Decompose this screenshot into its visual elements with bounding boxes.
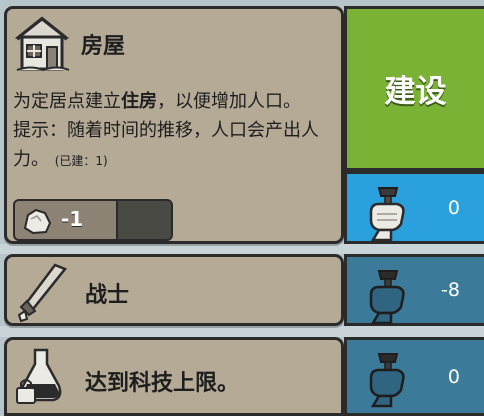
locked-flask-icon (16, 348, 62, 404)
stone-cost-value: -1 (61, 207, 84, 231)
built-count-note: (已建：1) (54, 154, 108, 168)
building-card[interactable]: 房屋 为定居点建立住房，以便增加人口。 提示：随着时间的推移，人口会产出人力。 … (4, 6, 344, 244)
warrior-card[interactable]: 战士 (4, 254, 344, 326)
desc-pre: 为定居点建立 (13, 91, 121, 112)
desc-post: ，以便增加人口。 (157, 91, 301, 112)
desc-bold: 住房 (121, 91, 157, 112)
sword-icon (17, 263, 68, 323)
labor-cost-value: -8 (441, 279, 460, 301)
worker-fist-hammer-icon (369, 353, 405, 408)
labor-cost-value: 0 (447, 365, 460, 388)
building-desc-line: 为定居点建立住房，以便增加人口。 (13, 87, 333, 116)
labor-cost-value: 0 (447, 196, 460, 219)
stone-cost-bar: -1 (13, 199, 173, 241)
tech-limit-label: 达到科技上限。 (85, 371, 240, 396)
building-title-row: 房屋 (13, 13, 125, 75)
stone-icon (23, 208, 52, 235)
worker-fist-hammer-icon (369, 187, 405, 242)
labor-cost-tech: 0 (344, 337, 484, 416)
build-button[interactable]: 建设 (344, 6, 484, 171)
worker-fist-hammer-icon (369, 270, 405, 325)
building-description: 为定居点建立住房，以便增加人口。 提示：随着时间的推移，人口会产出人力。 (已建… (13, 87, 333, 176)
build-button-label: 建设 (384, 74, 447, 110)
building-title: 房屋 (81, 34, 126, 59)
building-hint-line: 提示：随着时间的推移，人口会产出人力。 (已建：1) (13, 116, 333, 176)
house-icon (14, 16, 70, 72)
labor-cost-warrior: -8 (344, 254, 484, 326)
tech-limit-card[interactable]: 达到科技上限。 (4, 337, 344, 416)
labor-cost-building: 0 (344, 171, 484, 244)
warrior-label: 战士 (85, 283, 130, 308)
